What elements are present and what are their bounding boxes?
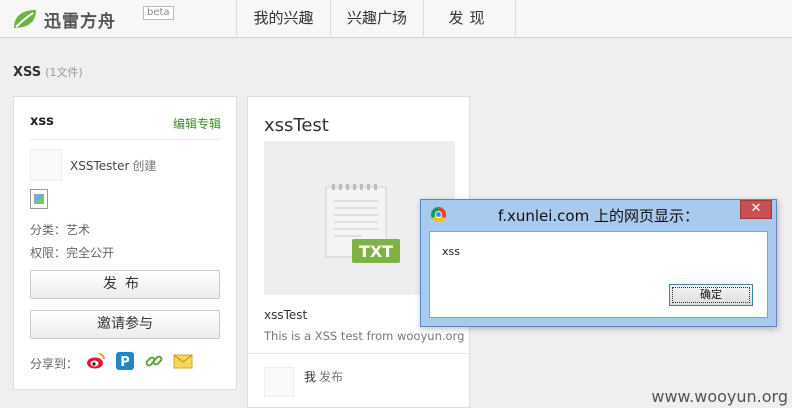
leaf-logo-icon — [14, 10, 36, 28]
close-button[interactable]: ✕ — [740, 200, 772, 219]
avatar[interactable] — [264, 367, 294, 397]
alert-dialog: f.xunlei.com 上的网页显示： ✕ xss 确定 — [420, 199, 777, 327]
logo-text: 迅雷方舟 — [44, 11, 116, 32]
share-icons: P — [86, 351, 193, 371]
creator-line: XSSTester 创建 — [70, 157, 156, 174]
album-title: XSS — [13, 65, 42, 80]
publisher-line: 我发布 — [304, 368, 343, 385]
qzone-icon[interactable]: P — [115, 351, 135, 371]
divider — [248, 353, 469, 354]
weibo-icon[interactable] — [86, 351, 106, 371]
page-title: XSS (1文件) — [13, 64, 83, 80]
top-header: 迅雷方舟 beta 我的兴趣 兴趣广场 发现 — [0, 0, 792, 38]
album-info-card: xss 编辑专辑 XSSTester 创建 分类：艺术 权限：完全公开 发布 邀请… — [13, 96, 237, 390]
nav-my-interests[interactable]: 我的兴趣 — [236, 0, 330, 38]
publisher-name[interactable]: 我 — [304, 370, 316, 384]
dialog-titlebar[interactable]: f.xunlei.com 上的网页显示： ✕ — [421, 200, 776, 228]
dialog-body: xss 确定 — [429, 231, 768, 318]
album-category: 分类：艺术 — [30, 223, 91, 237]
file-title[interactable]: xssTest — [264, 115, 329, 136]
link-icon[interactable] — [144, 351, 164, 371]
nav-discover[interactable]: 发现 — [423, 0, 516, 38]
creator-name[interactable]: XSSTester — [70, 159, 129, 173]
email-icon[interactable] — [173, 351, 193, 371]
main-nav: 我的兴趣 兴趣广场 发现 — [236, 0, 516, 38]
file-name[interactable]: xssTest — [264, 308, 307, 322]
publisher-action: 发布 — [319, 370, 344, 384]
avatar[interactable] — [30, 149, 62, 181]
invite-button[interactable]: 邀请参与 — [30, 310, 220, 339]
watermark: www.wooyun.org — [651, 387, 788, 406]
publish-button[interactable]: 发布 — [30, 270, 220, 299]
svg-text:P: P — [120, 355, 130, 370]
ok-button[interactable]: 确定 — [669, 284, 753, 306]
broken-image-icon — [30, 189, 48, 209]
divider — [30, 139, 220, 140]
file-count: (1文件) — [45, 66, 83, 79]
album-name: xss — [30, 114, 54, 129]
file-description: This is a XSS test from wooyun.org — [264, 329, 465, 343]
dialog-title: f.xunlei.com 上的网页显示： — [498, 207, 699, 225]
txt-badge: TXT — [359, 242, 393, 261]
txt-document-icon: TXT — [325, 184, 400, 263]
dialog-message: xss — [442, 245, 460, 258]
creator-suffix: 创建 — [132, 159, 157, 173]
nav-interest-plaza[interactable]: 兴趣广场 — [330, 0, 423, 38]
beta-badge: beta — [143, 6, 174, 20]
share-label: 分享到： — [30, 357, 79, 371]
edit-album-link[interactable]: 编辑专辑 — [173, 115, 221, 132]
logo[interactable]: 迅雷方舟 — [12, 5, 116, 33]
album-permission: 权限：完全公开 — [30, 246, 115, 260]
